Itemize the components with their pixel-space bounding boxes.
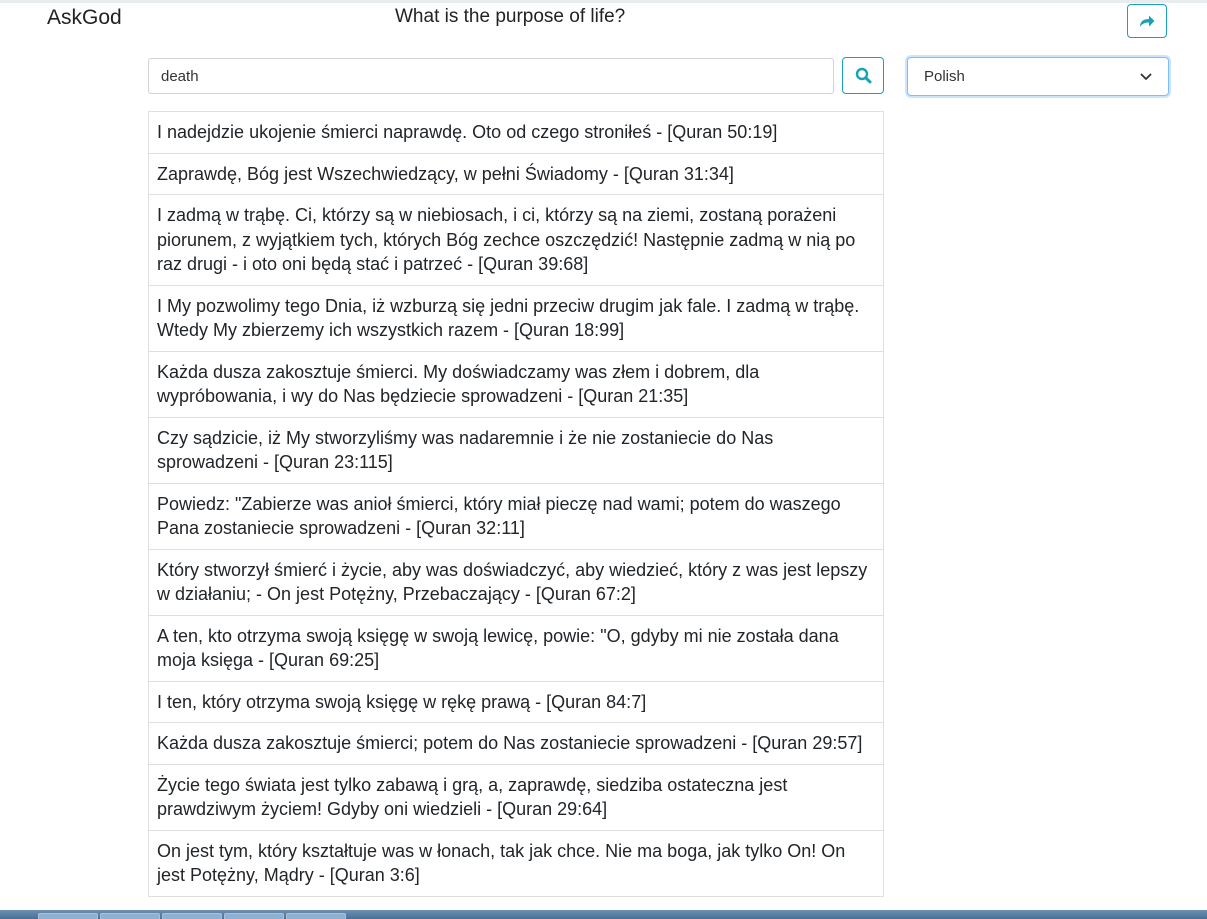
result-item[interactable]: Powiedz: "Zabierze was anioł śmierci, kt… (148, 483, 884, 550)
search-icon (855, 67, 871, 84)
result-item[interactable]: I zadmą w trąbę. Ci, którzy są w niebios… (148, 195, 884, 286)
result-item[interactable]: Czy sądzicie, iż My stworzyliśmy was nad… (148, 417, 884, 484)
language-select-value: Polish (924, 68, 965, 85)
search-button[interactable] (842, 57, 884, 94)
result-item[interactable]: Zaprawdę, Bóg jest Wszechwiedzący, w peł… (148, 153, 884, 195)
top-border (0, 0, 1207, 3)
result-item[interactable]: I ten, który otrzyma swoją księgę w rękę… (148, 681, 884, 723)
result-item[interactable]: I My pozwolimy tego Dnia, iż wzburzą się… (148, 285, 884, 352)
chevron-down-icon (1140, 73, 1152, 80)
share-button[interactable] (1127, 4, 1167, 38)
result-item[interactable]: Każda dusza zakosztuje śmierci; potem do… (148, 723, 884, 765)
taskbar-button[interactable] (286, 913, 346, 919)
language-select[interactable]: Polish (907, 57, 1169, 96)
search-input[interactable] (148, 58, 834, 94)
brand-logo[interactable]: AskGod (47, 6, 122, 30)
result-item[interactable]: Który stworzył śmierć i życie, aby was d… (148, 549, 884, 616)
taskbar-button[interactable] (224, 913, 284, 919)
result-item[interactable]: I nadejdzie ukojenie śmierci naprawdę. O… (148, 111, 884, 154)
taskbar-button[interactable] (38, 913, 98, 919)
taskbar-button[interactable] (162, 913, 222, 919)
result-item[interactable]: A ten, kto otrzyma swoją księgę w swoją … (148, 615, 884, 682)
share-arrow-icon (1140, 15, 1155, 27)
os-taskbar (0, 910, 1207, 919)
taskbar-button[interactable] (100, 913, 160, 919)
result-item[interactable]: Życie tego świata jest tylko zabawą i gr… (148, 764, 884, 831)
result-item[interactable]: Każda dusza zakosztuje śmierci. My doświ… (148, 351, 884, 418)
page-title: What is the purpose of life? (395, 6, 626, 27)
result-item[interactable]: On jest tym, który kształtuje was w łona… (148, 830, 884, 897)
results-list: I nadejdzie ukojenie śmierci naprawdę. O… (148, 111, 884, 897)
